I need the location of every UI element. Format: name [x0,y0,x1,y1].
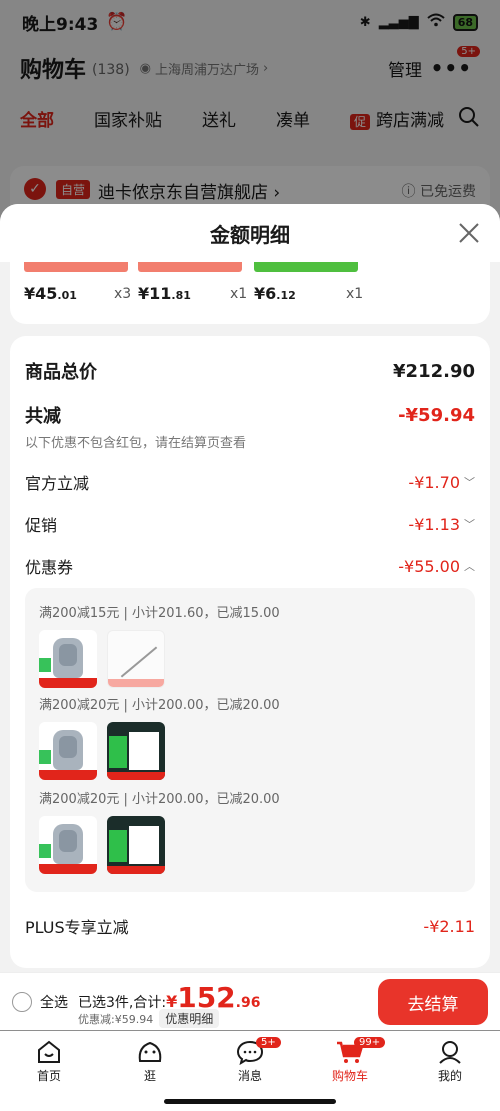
reduce-note: 以下优惠不包含红包，请在结算页查看 [25,436,247,451]
coupon-row[interactable]: 优惠券 -¥55.00 ︿ [25,554,475,578]
backpack-thumb[interactable] [39,722,97,780]
explore-icon [120,1037,180,1067]
reduce-value: -¥59.94 [398,404,475,426]
coupon-rule: 满200减20元 | 小计200.00，已减20.00 [39,698,280,713]
home-indicator [164,1099,336,1104]
official-discount-row[interactable]: 官方立减 -¥1.70 ﹀ [25,470,475,494]
nav-cart-label: 购物车 [331,1069,368,1083]
nav-mine[interactable]: 我的 [420,1037,480,1084]
nav-explore[interactable]: 逛 [120,1037,180,1084]
official-discount-label: 官方立减 [25,474,90,493]
goods-price-int: ¥11 [138,284,172,303]
goods-price-dec: .01 [57,289,77,302]
goods-price-int: ¥45 [24,284,58,303]
official-discount-value: -¥1.70 ﹀ [408,473,475,492]
backpack-thumb[interactable] [39,630,97,688]
paper-thumb[interactable] [107,816,165,874]
profile-icon [420,1037,480,1067]
goods-price-dec: .81 [171,289,191,302]
home-icon [19,1037,79,1067]
nav-cart[interactable]: 购物车 99+ [320,1037,386,1084]
discount-detail-button[interactable]: 优惠明细 [159,1009,220,1028]
select-all-radio[interactable] [12,992,32,1012]
total-value: ¥212.90 [393,360,475,382]
goods-qty: x1 [230,286,248,302]
goods-thumb [24,262,128,272]
goods-qty: x3 [114,286,132,302]
reduce-label: 共减 [25,406,61,427]
total-label: 商品总价 [25,362,97,383]
saved-line: 优惠减:¥59.94 优惠明细 [78,1009,220,1028]
cart-badge: 99+ [354,1037,386,1048]
close-icon[interactable] [456,220,482,246]
select-all-label[interactable]: 全选 [40,992,68,1012]
total-amount-dec: .96 [235,995,261,1011]
chevron-down-icon: ﹀ [464,518,475,531]
reduce-row: 共减 -¥59.94 [25,402,475,428]
goods-thumb [254,262,358,272]
checkout-bar: 全选 已选3件,合计: ¥ 152 .96 优惠减:¥59.94 优惠明细 去结… [0,972,500,1030]
goods-price: ¥45.01 [24,284,77,303]
nav-home[interactable]: 首页 [19,1037,79,1084]
nav-messages-label: 消息 [237,1069,262,1083]
nav-mine-label: 我的 [437,1069,462,1083]
official-discount-amount: -¥1.70 [408,472,460,492]
coupon-amount: -¥55.00 [398,556,460,576]
goods-price-int: ¥6 [254,284,277,303]
coupon-label: 优惠券 [25,558,74,577]
goods-qty: x1 [346,286,364,302]
promotion-amount: -¥1.13 [408,514,460,534]
promotion-value: -¥1.13 ﹀ [408,515,475,534]
coupon-rule: 满200减20元 | 小计200.00，已减20.00 [39,792,280,807]
promotion-row[interactable]: 促销 -¥1.13 ﹀ [25,512,475,536]
saved-amount: 优惠减:¥59.94 [78,1012,154,1026]
coupon-value: -¥55.00 ︿ [398,557,475,576]
amount-detail-card: 商品总价 ¥212.90 共减 -¥59.94 以下优惠不包含红包，请在结算页查… [10,336,490,968]
checkout-button[interactable]: 去结算 [378,979,488,1025]
plus-discount-row: PLUS专享立减 -¥2.11 [25,914,475,938]
nav-explore-label: 逛 [143,1069,156,1083]
backpack-thumb[interactable] [39,816,97,874]
nav-home-label: 首页 [36,1069,61,1083]
coupon-breakdown: 满200减15元 | 小计201.60，已减15.00 满200减20元 | 小… [25,588,475,892]
goods-price-dec: .12 [276,289,296,302]
goods-price: ¥11.81 [138,284,191,303]
nav-messages[interactable]: 消息 5+ [220,1037,281,1084]
goods-price: ¥6.12 [254,284,296,303]
total-row: 商品总价 ¥212.90 [25,358,475,384]
chevron-down-icon: ﹀ [464,476,475,489]
plus-discount-value: -¥2.11 [423,916,475,936]
sheet-header: 金额明细 [0,204,500,262]
messages-badge: 5+ [256,1037,281,1048]
sheet-title: 金额明细 [210,222,290,247]
chevron-up-icon: ︿ [464,560,475,573]
coupon-rule: 满200减15元 | 小计201.60，已减15.00 [39,606,280,621]
promotion-label: 促销 [25,516,58,535]
plus-discount-label: PLUS专享立减 [25,918,129,937]
goods-thumb [138,262,242,272]
rod-thumb[interactable] [107,630,165,688]
amount-detail-sheet: 金额明细 ¥45.01 x3 ¥11.81 x1 ¥6.12 x1 商品总价 ¥… [0,204,500,972]
paper-thumb[interactable] [107,722,165,780]
goods-summary-card: ¥45.01 x3 ¥11.81 x1 ¥6.12 x1 [10,262,490,324]
